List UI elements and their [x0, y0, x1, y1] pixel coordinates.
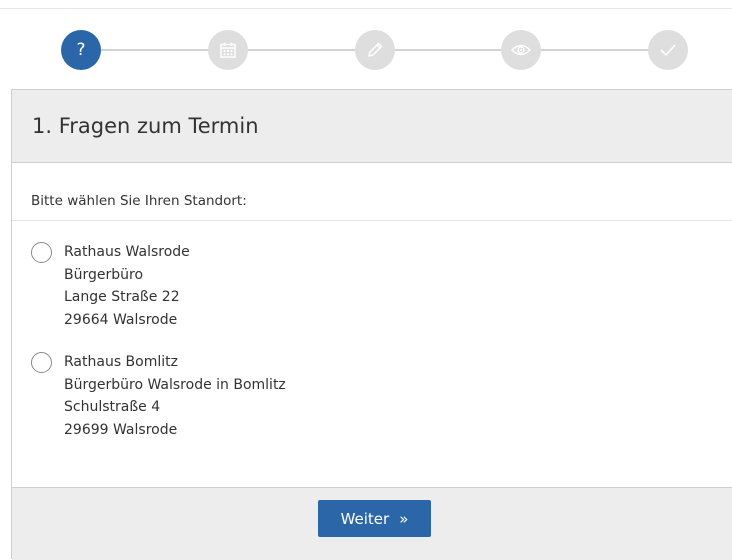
location-options: Rathaus Walsrode Bürgerbüro Lange Straße… [12, 221, 732, 441]
stepper-connector [101, 49, 209, 51]
stepper-connector [395, 49, 501, 51]
pencil-icon [368, 42, 383, 57]
questions-panel: 1. Fragen zum Termin Bitte wählen Sie Ih… [11, 89, 732, 560]
step-1-questions: ? [61, 30, 101, 70]
step-4-review [501, 30, 541, 70]
location-office: Bürgerbüro [64, 266, 144, 283]
calendar-icon [220, 42, 236, 58]
stepper-connector [540, 49, 649, 51]
question-icon: ? [76, 40, 86, 60]
progress-stepper: ? [0, 28, 732, 72]
double-chevron-right-icon: » [399, 509, 409, 528]
radio-button[interactable] [31, 242, 52, 263]
stepper-connector [248, 49, 356, 51]
top-divider [0, 8, 732, 9]
location-street: Lange Straße 22 [64, 289, 180, 305]
location-prompt-row: Bitte wählen Sie Ihren Standort: [12, 163, 732, 221]
checkmark-icon [660, 44, 676, 57]
location-name: Rathaus Walsrode [64, 244, 190, 260]
location-option-walsrode[interactable]: Rathaus Walsrode Bürgerbüro Lange Straße… [12, 241, 732, 331]
next-button-label: Weiter [340, 509, 390, 528]
step-5-confirm [648, 30, 688, 70]
location-prompt: Bitte wählen Sie Ihren Standort: [31, 192, 247, 209]
location-city: 29699 Walsrode [64, 421, 178, 438]
location-street: Schulstraße 4 [64, 399, 161, 415]
next-button[interactable]: Weiter » [318, 500, 431, 537]
step-3-details [355, 30, 395, 70]
location-name: Rathaus Bomlitz [64, 354, 178, 370]
step-2-date [208, 30, 248, 70]
radio-button[interactable] [31, 352, 52, 373]
panel-title: 1. Fragen zum Termin [32, 114, 259, 138]
location-city: 29664 Walsrode [64, 311, 178, 328]
location-option-bomlitz[interactable]: Rathaus Bomlitz Bürgerbüro Walsrode in B… [12, 351, 732, 441]
eye-icon [511, 44, 531, 56]
location-office: Bürgerbüro Walsrode in Bomlitz [64, 376, 286, 393]
panel-header: 1. Fragen zum Termin [12, 90, 732, 163]
panel-footer: Weiter » [12, 487, 732, 560]
